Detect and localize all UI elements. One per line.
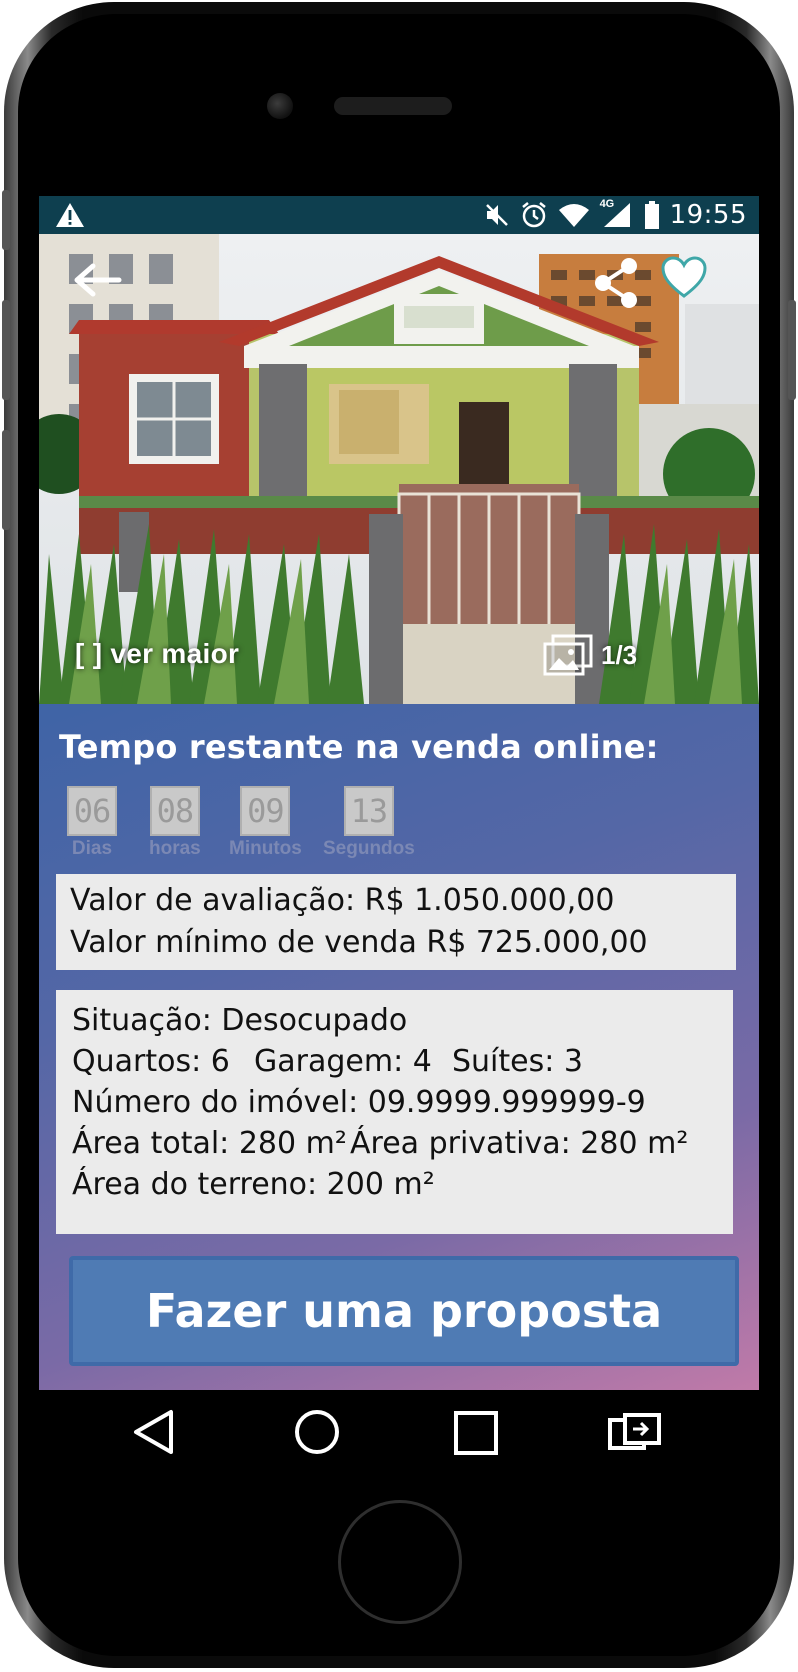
countdown-days-value: 06 [67,786,117,836]
bedrooms-count: Quartos: 6 [72,1044,230,1079]
countdown-seconds: 13 Segundos [323,786,415,860]
countdown-hours-label: horas [149,838,201,859]
land-area: Área do terreno: 200 m² [72,1167,435,1202]
property-details-box: Situação: Desocupado Quartos: 6 Garagem: … [56,990,733,1234]
total-area: Área total: 280 m² [72,1126,347,1161]
countdown-minutes: 09 Minutos [229,786,302,860]
network-badge: 4G [599,198,615,210]
appraisal-value: Valor de avaliação: R$ 1.050.000,00 [70,883,615,918]
gallery-icon [543,634,593,676]
mute-icon [485,204,508,226]
volume-down-button [2,430,10,530]
alarm-icon [521,202,546,228]
ver-maior-link[interactable]: [ ] ver maior [75,638,239,670]
share-icon[interactable] [591,256,641,310]
rooms-row: Quartos: 6 Garagem: 4 Suítes: 3 [72,1041,717,1082]
screen: 4G 19:55 [] ver maior 1/3 Tempo restant… [39,196,759,1390]
countdown-days-label: Dias [71,838,113,859]
private-area: Área privativa: 280 m² [350,1126,689,1161]
wifi-icon [558,204,589,227]
price-box: Valor de avaliação: R$ 1.050.000,00 Valo… [56,874,736,970]
suites-count: Suítes: 3 [452,1044,583,1079]
earpiece-speaker [334,97,452,115]
property-number: Número do imóvel: 09.9999.999999-9 [72,1085,646,1120]
gallery-counter-label: 1/3 [601,639,638,670]
countdown-seconds-value: 13 [343,786,394,836]
sale-info-panel: Tempo restante na venda online: 06 Dias … [39,704,759,1390]
minimum-sale-value: Valor mínimo de venda R$ 725.000,00 [70,925,648,960]
countdown-seconds-label: Segundos [323,838,415,859]
status-icons: 4G 19:55 [484,198,747,230]
battery-icon [644,201,659,229]
make-offer-button[interactable]: Fazer uma proposta [69,1256,739,1366]
switch-icon[interactable] [607,1412,663,1452]
property-photo[interactable]: [ ] ver maior 1/3 [39,234,759,704]
power-button [788,300,796,400]
volume-button [2,190,10,250]
recents-square-icon[interactable] [453,1410,499,1456]
home-circle-icon[interactable] [293,1408,341,1456]
countdown-minutes-value: 09 [240,786,291,836]
status-time: 19:55 [669,200,747,230]
house-photo [39,234,759,704]
volume-up-button [2,300,10,400]
countdown-hours-value: 08 [149,786,200,836]
countdown-days: 06 Dias [67,786,117,860]
occupancy-status: Situação: Desocupado [72,1003,408,1038]
countdown-minutes-label: Minutos [229,838,302,859]
front-camera [267,93,293,119]
warning-icon [56,203,84,227]
signal-icon: 4G [599,198,634,229]
gallery-counter[interactable]: 1/3 [543,634,637,676]
area-row: Área total: 280 m² Área privativa: 280 m² [72,1123,717,1164]
home-button[interactable] [338,1500,462,1624]
back-triangle-icon[interactable] [131,1408,175,1456]
status-bar: 4G 19:55 [39,196,759,234]
garage-count: Garagem: 4 [254,1044,432,1079]
countdown-hours: 08 horas [149,786,201,860]
heart-icon[interactable] [661,256,707,300]
timer-title: Tempo restante na venda online: [59,728,659,766]
back-arrow-icon[interactable] [71,260,123,300]
